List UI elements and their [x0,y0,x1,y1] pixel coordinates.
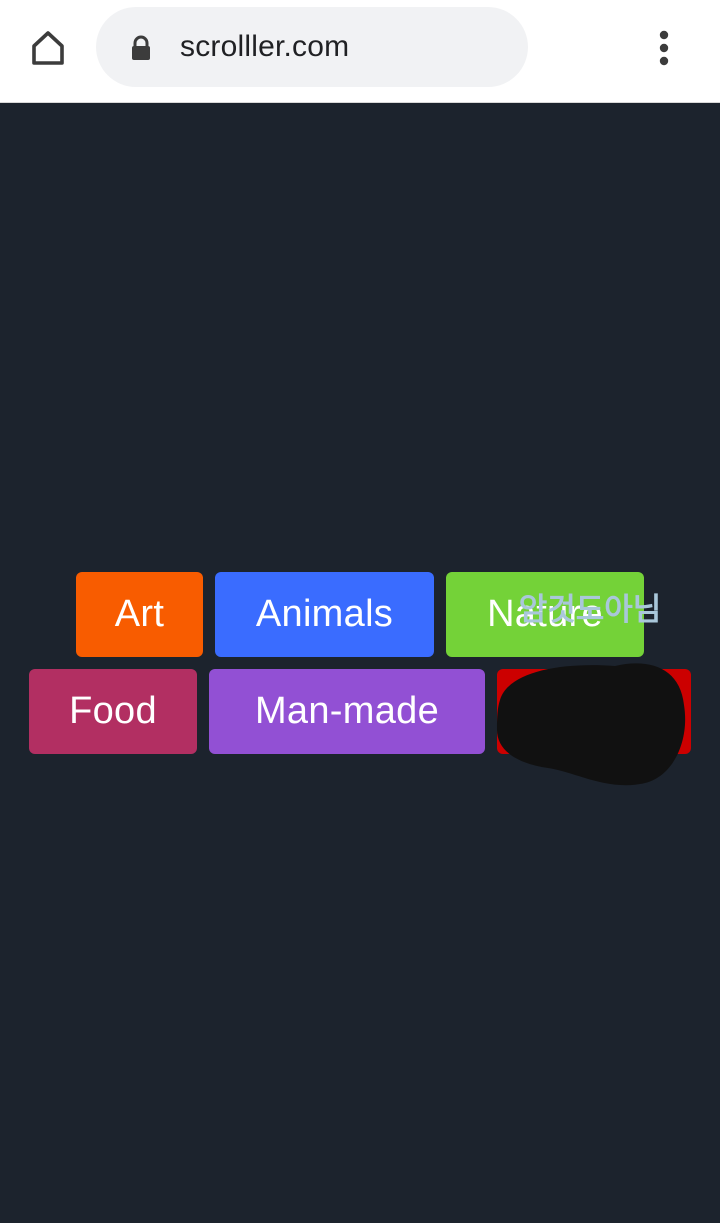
scribble-text: 암것도아님 [518,592,662,628]
